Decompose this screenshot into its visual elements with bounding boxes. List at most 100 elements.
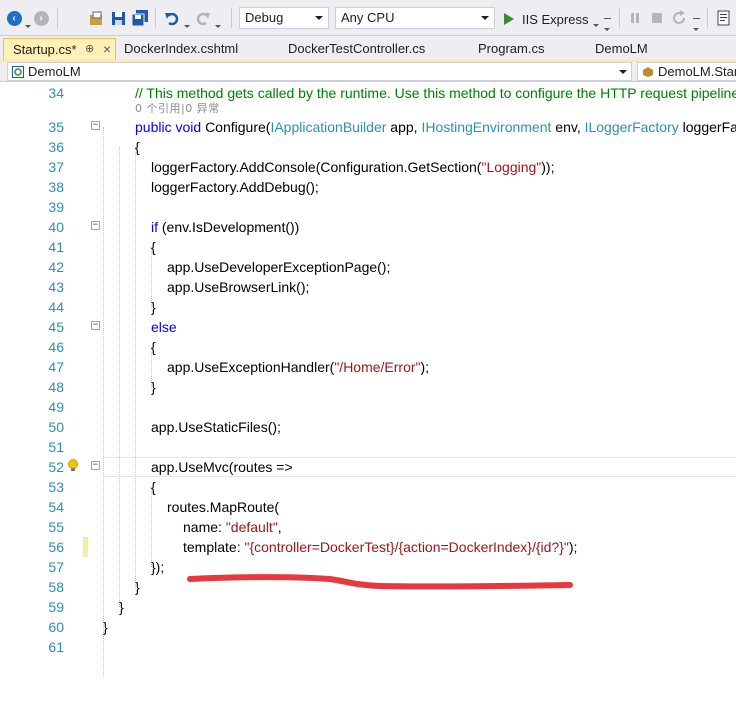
- code-line: 58 }: [0, 577, 736, 597]
- line-number: 49: [48, 399, 64, 415]
- code-line: 43 app.UseBrowserLink();: [0, 277, 736, 297]
- collapse-icon[interactable]: −: [91, 461, 100, 470]
- code-segment: );: [568, 539, 578, 555]
- code-line: 38 loggerFactory.AddDebug();: [0, 177, 736, 197]
- code-line: 53 {: [0, 477, 736, 497]
- new-project-button[interactable]: [86, 8, 106, 28]
- method-name: Configure(: [205, 119, 271, 135]
- keyword: public: [135, 119, 172, 135]
- collapse-icon[interactable]: −: [91, 221, 100, 230]
- undo-button[interactable]: [162, 8, 182, 28]
- string-literal: "/Home/Error": [334, 359, 421, 375]
- collapse-icon[interactable]: −: [91, 321, 100, 330]
- restart-button[interactable]: [670, 8, 690, 28]
- navigate-back-button[interactable]: ‹: [4, 8, 24, 28]
- code-line: 51: [0, 437, 736, 457]
- close-tab-icon[interactable]: ×: [103, 41, 111, 57]
- line-number: 61: [48, 639, 64, 655]
- solution-configuration-value: Debug: [245, 10, 284, 25]
- line-number: 48: [48, 379, 64, 395]
- code-text: {: [151, 239, 156, 255]
- line-number: 53: [48, 479, 64, 495]
- tab-program-cs[interactable]: Program.cs: [478, 38, 544, 60]
- forward-arrow-icon: ›: [33, 10, 49, 26]
- navigate-forward-button[interactable]: ›: [31, 8, 51, 28]
- toolbar-overflow-icon[interactable]: [604, 18, 611, 31]
- code-editor[interactable]: 34 // This method gets called by the run…: [0, 83, 736, 703]
- toolbar-separator: [619, 8, 620, 28]
- run-target-label: IIS Express: [522, 11, 589, 27]
- line-number: 56: [48, 539, 64, 555]
- tab-startup-cs[interactable]: Startup.cs* ⊕ ×: [3, 38, 116, 60]
- code-line: 48 }: [0, 377, 736, 397]
- code-text: }: [151, 299, 156, 315]
- class-icon: [643, 67, 653, 77]
- code-segment: name:: [183, 519, 226, 535]
- code-line: 44 }: [0, 297, 736, 317]
- line-number: 41: [48, 239, 64, 255]
- toolbar-overflow-icon[interactable]: [693, 18, 700, 31]
- type-name: ILoggerFactory: [584, 119, 679, 135]
- code-text: app.UseMvc(routes =>: [151, 459, 293, 475]
- redo-button[interactable]: [193, 8, 213, 28]
- code-segment: (env.IsDevelopment()): [158, 219, 300, 235]
- code-segment: ));: [541, 159, 555, 175]
- code-line: 39: [0, 197, 736, 217]
- document-outline-button[interactable]: [714, 8, 734, 28]
- code-text: app.UseDeveloperExceptionPage();: [167, 259, 391, 275]
- code-line: 52 − app.UseMvc(routes =>: [0, 457, 736, 477]
- code-text: {: [135, 139, 140, 155]
- line-number: 40: [48, 219, 64, 235]
- save-button[interactable]: [108, 8, 128, 28]
- line-number: 38: [48, 179, 64, 195]
- line-number: 52: [48, 459, 64, 475]
- save-all-button[interactable]: [130, 8, 150, 28]
- code-line: 61: [0, 637, 736, 657]
- keyword: void: [175, 119, 202, 135]
- code-line: 34 // This method gets called by the run…: [0, 83, 736, 103]
- solution-configuration-dropdown[interactable]: Debug: [239, 7, 329, 29]
- codelens-references[interactable]: 0 个引用|0 异常: [135, 100, 220, 116]
- code-text: }: [135, 579, 140, 595]
- line-number: 51: [48, 439, 64, 455]
- keyword: else: [151, 319, 177, 335]
- document-icon: [717, 10, 730, 26]
- type-name: DemoLM.Startup: [658, 64, 736, 79]
- code-line: 47 app.UseExceptionHandler("/Home/Error"…: [0, 357, 736, 377]
- line-number: 42: [48, 259, 64, 275]
- tab-dockertestcontroller-cs[interactable]: DockerTestController.cs: [288, 38, 425, 60]
- toolbar-separator: [155, 8, 156, 28]
- parameter: env,: [551, 119, 585, 135]
- code-segment: loggerFactory.AddConsole(Configuration.G…: [151, 159, 482, 175]
- pin-tab-icon[interactable]: ⊕: [85, 42, 94, 55]
- code-segment: app.UseExceptionHandler(: [167, 359, 335, 375]
- project-dropdown[interactable]: DemoLM: [7, 62, 632, 81]
- start-debugging-button[interactable]: IIS Express: [503, 10, 588, 28]
- code-text: loggerFactory.AddConsole(Configuration.G…: [151, 157, 554, 177]
- line-number: 60: [48, 619, 64, 635]
- line-number: 36: [48, 139, 64, 155]
- code-line: 56 template: "{controller=DockerTest}/{a…: [0, 537, 736, 557]
- solution-platform-dropdown[interactable]: Any CPU: [335, 7, 495, 29]
- solution-platform-value: Any CPU: [341, 10, 395, 25]
- navigation-bar: DemoLM DemoLM.Startup: [0, 62, 736, 82]
- code-text: loggerFactory.AddDebug();: [151, 179, 319, 195]
- undo-dropdown-chevron-icon[interactable]: [184, 16, 190, 31]
- code-segment: ,: [277, 519, 282, 535]
- type-dropdown[interactable]: DemoLM.Startup: [637, 62, 736, 81]
- code-line: 40 − if (env.IsDevelopment()): [0, 217, 736, 237]
- code-text: app.UseStaticFiles();: [151, 419, 281, 435]
- break-all-button[interactable]: [625, 8, 645, 28]
- code-text: routes.MapRoute(: [167, 499, 280, 515]
- code-text: if (env.IsDevelopment()): [151, 217, 299, 237]
- tab-demolm[interactable]: DemoLM: [595, 38, 648, 60]
- stop-debugging-button[interactable]: [647, 8, 667, 28]
- collapse-icon[interactable]: −: [91, 121, 100, 130]
- run-target-dropdown-chevron-icon[interactable]: [593, 15, 599, 30]
- code-line: 46 {: [0, 337, 736, 357]
- tab-dockerindex-cshtml[interactable]: DockerIndex.cshtml: [124, 38, 238, 60]
- codelens-row: 0 个引用|0 异常: [0, 100, 736, 117]
- redo-dropdown-chevron-icon[interactable]: [215, 16, 221, 31]
- line-number: 55: [48, 519, 64, 535]
- lightbulb-icon[interactable]: [66, 458, 80, 474]
